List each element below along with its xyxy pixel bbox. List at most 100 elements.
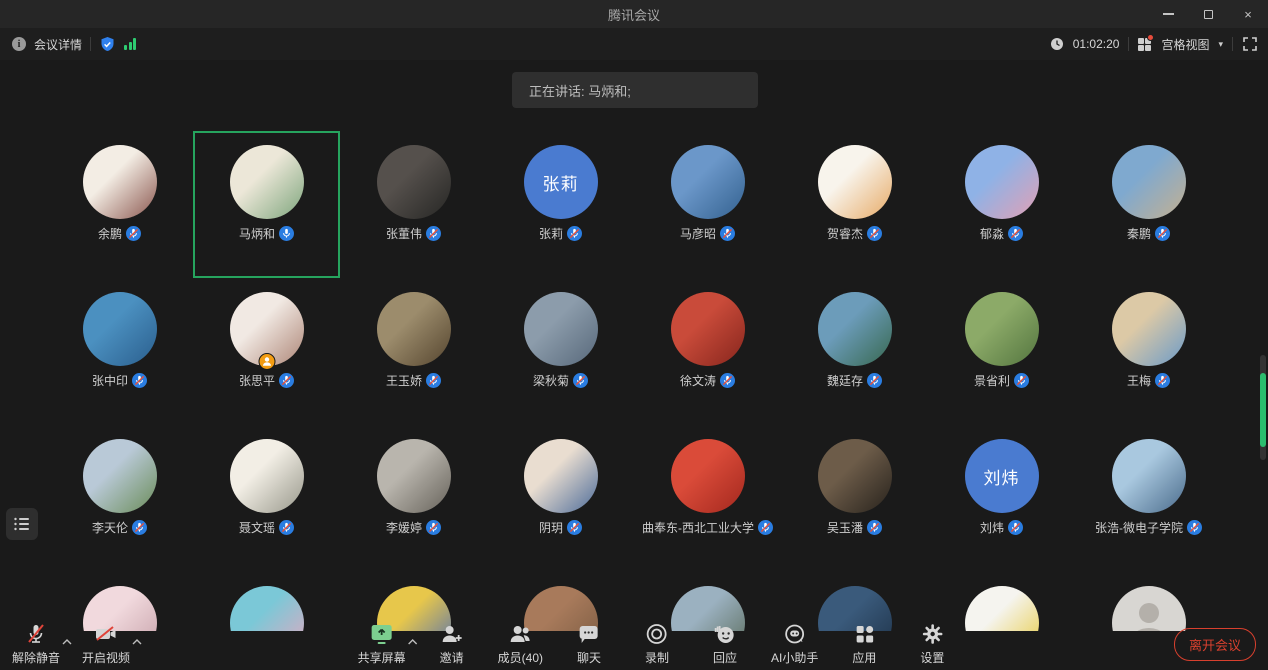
participant-tile[interactable]: 曲奉东-西北工业大学 [634,425,781,572]
participant-tile[interactable]: 阴玥 [487,425,634,572]
participant-tile[interactable]: 梁秋菊 [487,278,634,425]
mic-muted-icon [132,373,147,388]
mic-muted-icon [573,373,588,388]
participant-tile[interactable]: 张董伟 [340,131,487,278]
avatar [1112,145,1186,219]
start-video-label: 开启视频 [82,649,130,666]
settings-button[interactable]: 设置 [910,622,954,666]
participant-tile[interactable]: 李媛婷 [340,425,487,572]
mic-options-chevron-icon[interactable] [62,632,72,650]
fullscreen-icon[interactable] [1242,36,1258,52]
network-signal-icon[interactable] [124,38,136,50]
record-icon [645,622,669,646]
mic-muted-icon [867,520,882,535]
members-button[interactable]: 成员(40) [498,622,543,666]
video-options-chevron-icon[interactable] [132,632,142,650]
avatar [83,145,157,219]
participant-tile[interactable]: 李天伦 [46,425,193,572]
mic-on-icon [279,226,294,241]
unmute-label: 解除静音 [12,649,60,666]
participant-name: 郁淼 [980,225,1004,242]
apps-button[interactable]: 应用 [842,622,886,666]
mic-muted-icon [567,520,582,535]
avatar [83,292,157,366]
member-list-toggle-button[interactable] [6,508,38,540]
meeting-duration: 01:02:20 [1073,37,1120,51]
avatar: 张莉 [524,145,598,219]
window-title: 腾讯会议 [608,5,660,24]
avatar [230,292,304,366]
participant-tile[interactable]: 马炳和 [193,131,340,278]
participant-tile[interactable]: 马彦昭 [634,131,781,278]
participant-tile[interactable]: 吴玉潘 [781,425,928,572]
avatar [965,145,1039,219]
avatar [671,145,745,219]
participant-name: 魏廷存 [827,372,863,389]
chevron-down-icon[interactable]: ▾ [1218,39,1223,50]
share-screen-button[interactable]: 共享屏幕 [358,622,406,666]
avatar [818,292,892,366]
participant-tile[interactable]: 张中印 [46,278,193,425]
ai-assistant-icon [782,622,808,646]
participant-tile[interactable]: 张浩-微电子学院 [1075,425,1222,572]
avatar [1112,439,1186,513]
participant-name: 聂文瑶 [239,519,275,536]
participant-tile[interactable]: 余鹏 [46,131,193,278]
participant-name: 张莉 [539,225,563,242]
clock-icon [1050,37,1064,51]
invite-person-icon [440,622,464,646]
participant-tile[interactable]: 魏廷存 [781,278,928,425]
participant-name: 王玉娇 [386,372,422,389]
members-icon [507,622,533,646]
apps-label: 应用 [852,649,876,666]
participant-name: 李媛婷 [386,519,422,536]
participant-tile[interactable]: 景省利 [928,278,1075,425]
meeting-details-button[interactable]: 会议详情 [34,36,82,53]
share-options-chevron-icon[interactable] [408,632,418,650]
grid-view-icon [1138,37,1152,51]
view-mode-selector[interactable]: 宫格视图 [1161,36,1209,53]
mic-muted-icon [1014,373,1029,388]
participant-tile[interactable]: 贺睿杰 [781,131,928,278]
mic-muted-icon [279,520,294,535]
mic-muted-icon [24,622,48,646]
participant-tile[interactable]: 张思平 [193,278,340,425]
participant-tile[interactable]: 张莉张莉 [487,131,634,278]
invite-label: 邀请 [440,649,464,666]
start-video-button[interactable]: 开启视频 [82,622,130,666]
scrollbar-thumb[interactable] [1260,373,1266,447]
chat-button[interactable]: 聊天 [567,622,611,666]
participant-tile[interactable]: 王梅 [1075,278,1222,425]
minimize-button[interactable] [1148,0,1188,28]
participant-tile[interactable]: 秦鹏 [1075,131,1222,278]
participant-name: 刘炜 [980,519,1004,536]
avatar [524,439,598,513]
maximize-button[interactable] [1188,0,1228,28]
close-button[interactable]: × [1228,0,1268,28]
participant-tile[interactable]: 聂文瑶 [193,425,340,572]
ai-assistant-button[interactable]: AI小助手 [771,622,818,666]
leave-meeting-button[interactable]: 离开会议 [1174,628,1256,661]
mic-muted-icon [1008,226,1023,241]
unmute-button[interactable]: 解除静音 [12,622,60,666]
settings-label: 设置 [920,649,944,666]
participant-tile[interactable]: 徐文涛 [634,278,781,425]
mic-muted-icon [1187,520,1202,535]
record-button[interactable]: 录制 [635,622,679,666]
mic-muted-icon [279,373,294,388]
participant-tile[interactable]: 郁淼 [928,131,1075,278]
avatar: 刘炜 [965,439,1039,513]
participant-tile[interactable]: 王玉娇 [340,278,487,425]
divider [1128,37,1129,51]
info-icon: i [12,37,26,51]
reactions-label: 回应 [713,649,737,666]
participant-name: 吴玉潘 [827,519,863,536]
mic-muted-icon [867,373,882,388]
security-shield-icon[interactable] [99,36,116,53]
reactions-button[interactable]: 回应 [703,622,747,666]
avatar [671,439,745,513]
mic-muted-icon [426,520,441,535]
ai-assistant-label: AI小助手 [771,649,818,666]
participant-tile[interactable]: 刘炜刘炜 [928,425,1075,572]
invite-button[interactable]: 邀请 [430,622,474,666]
